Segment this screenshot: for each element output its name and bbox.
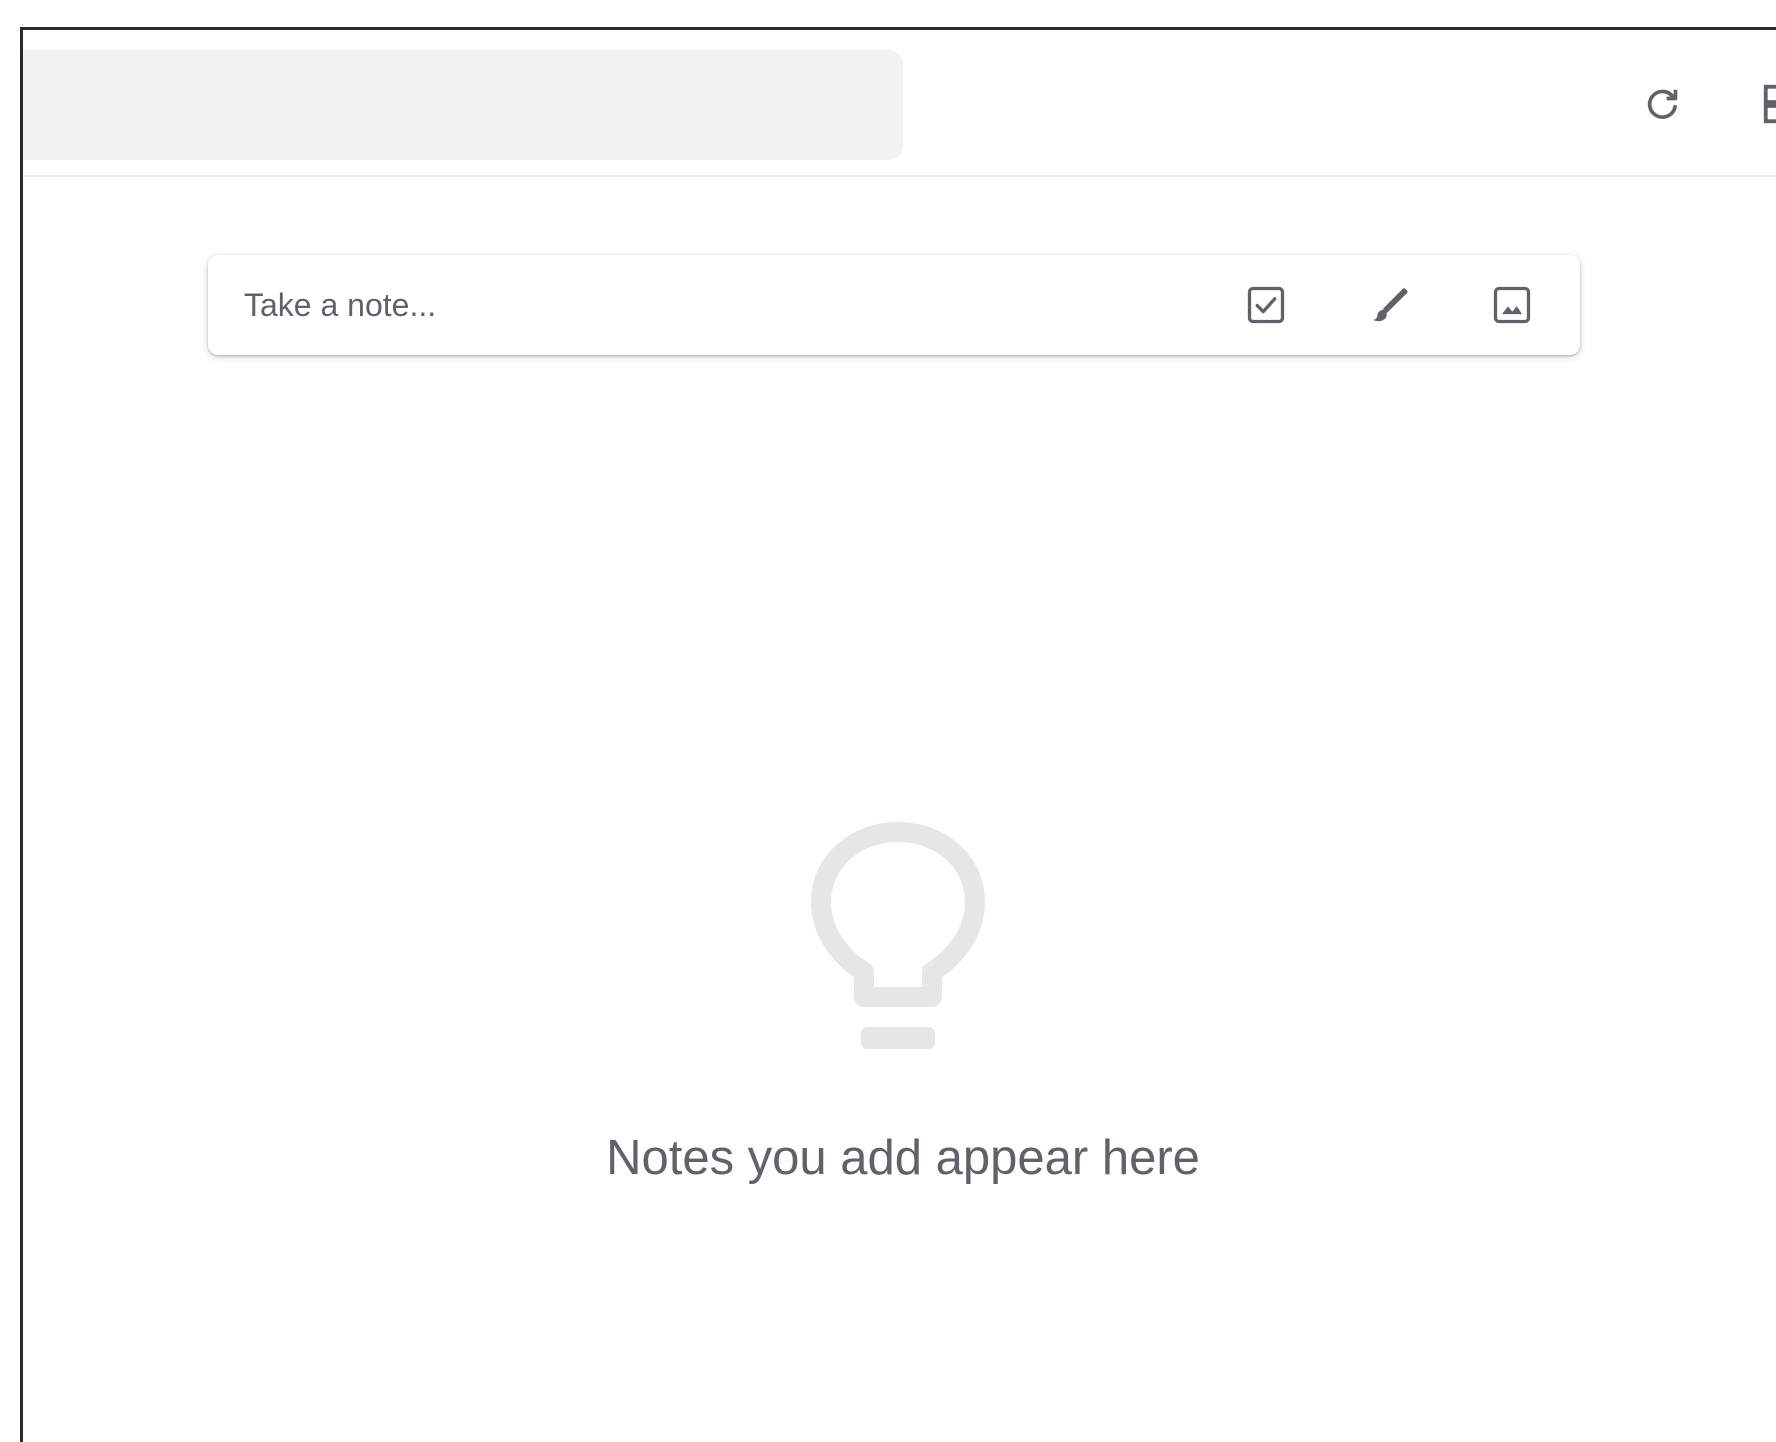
empty-state: Notes you add appear here	[23, 30, 1776, 1442]
screenshot-frame: Notes you add appear here	[0, 0, 1776, 1442]
empty-state-message: Notes you add appear here	[606, 1131, 1200, 1185]
keep-window: Notes you add appear here	[20, 27, 1776, 1442]
lightbulb-icon	[811, 822, 985, 1049]
